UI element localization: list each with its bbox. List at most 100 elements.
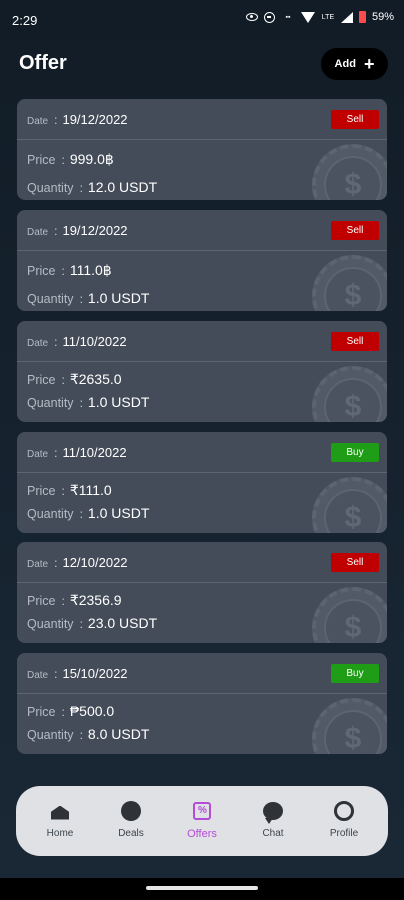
quantity-label: Quantity [27,728,74,742]
signal-icon [340,11,353,23]
nav-chat[interactable]: Chat [243,800,303,839]
status-icons: ▪▪ LTE 59% [245,11,394,23]
offer-type-badge: Sell [331,332,379,351]
divider [17,361,387,362]
offer-type-badge: Buy [331,664,379,683]
price-label: Price [27,153,56,167]
price-row: Price : ₱500.0 [27,703,114,719]
separator: : [61,264,65,278]
offer-card[interactable]: Date : 15/10/2022 Buy $ Price : ₱500.0 Q… [17,653,387,754]
separator: : [61,594,65,608]
deals-icon [120,800,142,822]
dollar-coin-icon: $ [312,477,387,533]
nav-home[interactable]: Home [30,800,90,839]
date-row: Date : 11/10/2022 [27,334,127,349]
wifi-icon [300,11,315,23]
battery-icon [358,11,366,23]
offer-card[interactable]: Date : 11/10/2022 Buy $ Price : ₹111.0 Q… [17,432,387,533]
separator: : [61,484,65,498]
divider [17,693,387,694]
offer-price: ₹111.0 [69,482,112,498]
chat-icon [262,800,284,824]
price-row: Price : 999.0฿ [27,151,114,168]
dollar-coin-icon: $ [312,587,387,643]
offer-quantity: 1.0 USDT [87,290,150,306]
nav-profile[interactable]: Profile [314,800,374,839]
nav-label: Deals [118,828,144,839]
offer-price: ₹2356.9 [69,592,122,608]
status-time: 2:29 [12,13,38,28]
home-gesture-handle[interactable] [146,886,258,890]
data-speed-icon: ▪▪ [285,13,291,21]
price-label: Price [27,264,56,278]
offer-card[interactable]: Date : 19/12/2022 Sell $ Price : 999.0฿ … [17,99,387,200]
date-label: Date [27,670,49,681]
offer-type-badge: Sell [331,110,379,129]
nav-deals[interactable]: Deals [101,800,161,839]
divider [17,139,387,140]
separator: : [61,153,65,167]
offers-icon [191,800,213,822]
offer-quantity: 8.0 USDT [87,726,150,742]
add-offer-button[interactable]: Add + [321,48,388,80]
quantity-row: Quantity : 1.0 USDT [27,505,149,521]
gesture-bar [0,878,404,900]
price-label: Price [27,705,56,719]
offer-price: 999.0฿ [69,151,114,167]
separator: : [54,224,58,238]
divider [17,250,387,251]
nav-label: Offers [187,828,217,840]
offer-card[interactable]: Date : 19/12/2022 Sell $ Price : 111.0฿ … [17,210,387,311]
date-label: Date [27,227,49,238]
offer-price: ₱500.0 [69,703,115,719]
offer-price: 111.0฿ [69,262,112,278]
price-row: Price : 111.0฿ [27,262,112,279]
nav-offers[interactable]: Offers [172,800,232,840]
price-label: Price [27,594,56,608]
quantity-label: Quantity [27,617,74,631]
dollar-coin-icon: $ [312,144,387,200]
offer-type-badge: Buy [331,443,379,462]
separator: : [79,728,83,742]
separator: : [54,335,58,349]
quantity-label: Quantity [27,292,74,306]
offer-quantity: 1.0 USDT [87,394,150,410]
quantity-row: Quantity : 1.0 USDT [27,290,149,306]
date-label: Date [27,449,49,460]
add-button-label: Add [334,58,356,70]
separator: : [54,667,58,681]
offer-date: 15/10/2022 [62,666,128,681]
app-screen: 2:29 ▪▪ LTE 59% Offer Add + Date : 19/12… [0,0,404,878]
offer-date: 11/10/2022 [62,334,127,349]
separator: : [79,617,83,631]
offer-card[interactable]: Date : 12/10/2022 Sell $ Price : ₹2356.9… [17,542,387,643]
price-label: Price [27,373,56,387]
price-row: Price : ₹2635.0 [27,371,122,388]
price-row: Price : ₹2356.9 [27,592,122,609]
date-label: Date [27,116,49,127]
separator: : [79,181,83,195]
separator: : [79,396,83,410]
page-title: Offer [19,52,67,74]
offer-type-badge: Sell [331,221,379,240]
dollar-coin-icon: $ [312,255,387,311]
offer-card[interactable]: Date : 11/10/2022 Sell $ Price : ₹2635.0… [17,321,387,422]
separator: : [61,373,65,387]
offer-price: ₹2635.0 [69,371,122,387]
battery-percent: 59% [371,11,394,23]
plus-icon: + [363,54,375,74]
price-label: Price [27,484,56,498]
offer-quantity: 1.0 USDT [87,505,150,521]
bottom-nav: Home Deals Offers Chat Profile [16,786,388,856]
do-not-disturb-icon [263,11,275,23]
home-icon [49,800,71,822]
date-row: Date : 11/10/2022 [27,445,127,460]
quantity-row: Quantity : 12.0 USDT [27,179,157,195]
separator: : [54,556,58,570]
date-label: Date [27,338,49,349]
dollar-coin-icon: $ [312,698,387,754]
offer-date: 11/10/2022 [62,445,127,460]
quantity-row: Quantity : 8.0 USDT [27,726,149,742]
separator: : [79,292,83,306]
divider [17,472,387,473]
